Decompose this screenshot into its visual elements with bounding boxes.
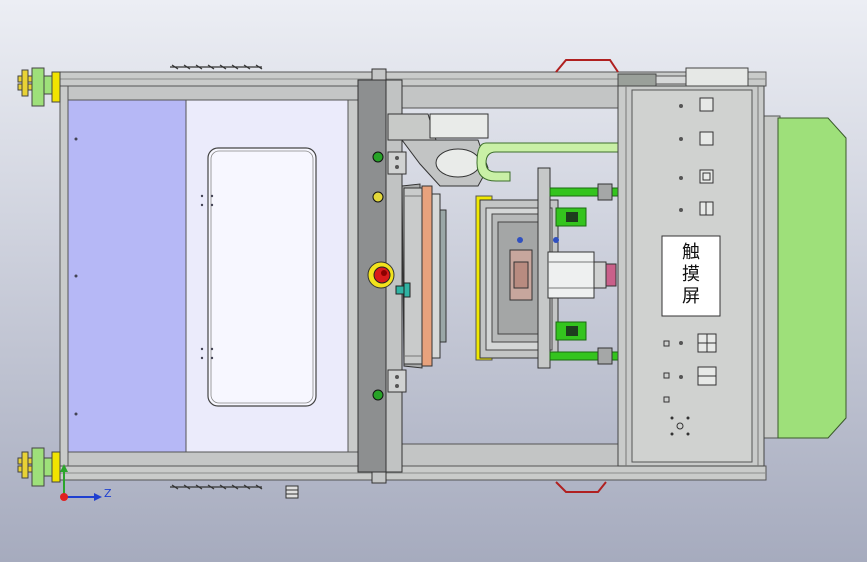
panel-button-2[interactable] [699, 131, 714, 146]
bottom-connector [285, 485, 299, 499]
sensor-1 [517, 237, 523, 243]
cad-viewport[interactable]: 触 摸 屏 Z [0, 0, 867, 562]
triad-z-label: Z [104, 487, 112, 500]
panel-screw [679, 104, 683, 108]
panel-switch-1[interactable] [699, 201, 714, 216]
panel-button-1[interactable] [699, 97, 714, 112]
indicator-light-2 [372, 191, 384, 203]
touchscreen-label-char-2: 摸 [682, 264, 700, 285]
indicator-light-3 [372, 389, 384, 401]
panel-button-3[interactable] [699, 169, 714, 184]
panel-screw [679, 176, 683, 180]
sensor-2 [553, 237, 559, 243]
panel-screw [679, 341, 683, 345]
panel-switch-2[interactable] [697, 333, 717, 353]
panel-screw [679, 375, 683, 379]
touchscreen-housing [761, 115, 847, 439]
touchscreen[interactable]: 触 摸 屏 [661, 235, 721, 317]
left-enclosure [59, 85, 367, 467]
panel-screw [679, 137, 683, 141]
touchscreen-label-char-3: 屏 [682, 286, 700, 307]
indicator-light-1 [372, 151, 384, 163]
panel-switch-3[interactable] [697, 366, 717, 386]
cad-drawing: 触 摸 屏 Z [0, 0, 867, 562]
emergency-stop-button[interactable] [367, 261, 395, 289]
panel-screw [679, 208, 683, 212]
touchscreen-label-char-1: 触 [682, 242, 700, 263]
rotary-table [401, 183, 447, 369]
